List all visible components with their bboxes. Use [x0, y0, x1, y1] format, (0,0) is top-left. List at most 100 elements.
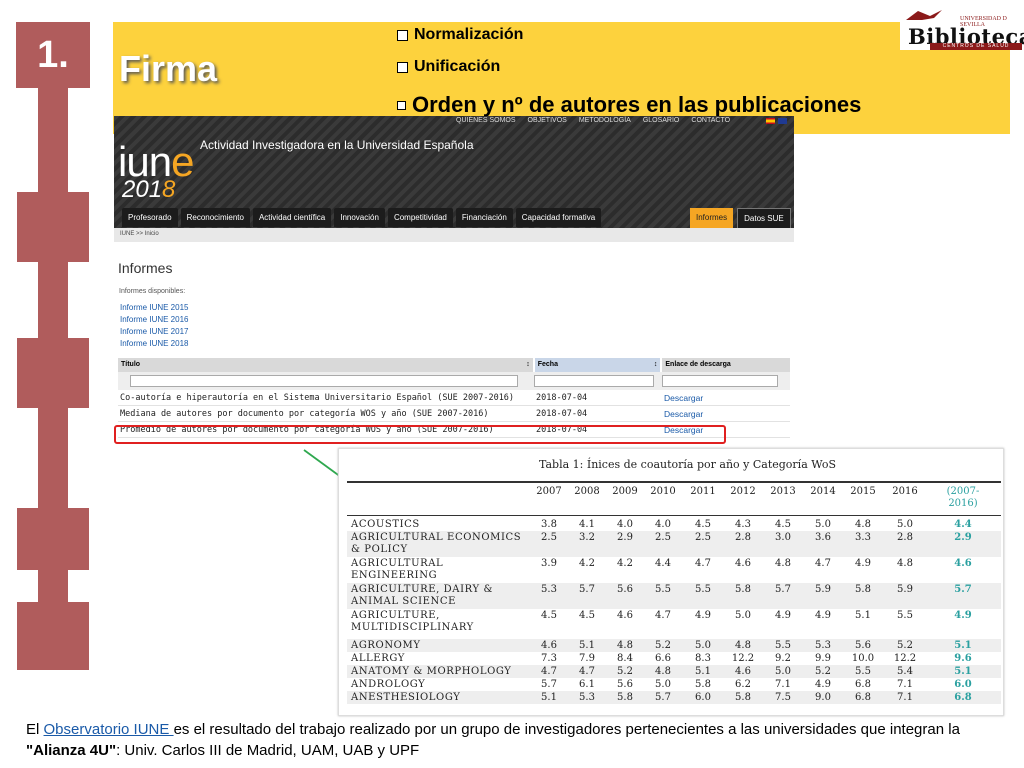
download-link[interactable]: Descargar	[664, 393, 790, 403]
table-row: ACOUSTICS 3.8 4.1 4.0 4.0 4.5 4.3 4.5 5.0 4.8 5.0 4…	[347, 518, 1001, 531]
download-link[interactable]: Descargar	[664, 409, 790, 419]
report-link[interactable]: Informe IUNE 2017	[120, 327, 188, 336]
year-value: 5.8	[695, 679, 711, 690]
year-value: 4.6	[617, 610, 633, 621]
category-name: ACOUSTICS	[351, 519, 420, 531]
footer-mid: es el resultado del trabajo realizado po…	[173, 721, 960, 738]
column-header-date[interactable]: Fecha ↕	[534, 358, 661, 372]
report-link[interactable]: Informe IUNE 2015	[120, 303, 188, 312]
nav-tab[interactable]: Actividad científica	[252, 208, 332, 227]
category-line: ANIMAL SCIENCE	[351, 596, 457, 607]
flag-uk-icon[interactable]	[778, 118, 787, 124]
year-value: 5.5	[775, 640, 791, 651]
bullet-text: Orden y nº de autores en las publicacion…	[412, 92, 862, 117]
column-header-year: 2015	[850, 486, 876, 497]
top-nav-item[interactable]: METODOLOGÍA	[579, 117, 631, 124]
table-row: AGRONOMY 4.6 5.1 4.8 5.2 5.0 4.8 5.5 5.3 5.6 5.2 5.…	[347, 639, 1001, 652]
top-nav-item[interactable]: GLOSARIO	[643, 117, 680, 124]
nav-tab[interactable]: Financiación	[455, 208, 513, 227]
year-value: 5.1	[855, 610, 871, 621]
column-header-download[interactable]: Enlace de descarga	[662, 358, 790, 372]
nav-tab[interactable]: Profesorado	[122, 208, 178, 227]
iune-year: 2018	[122, 176, 175, 204]
top-nav-item[interactable]: QUIÉNES SOMOS	[456, 117, 516, 124]
observatorio-link[interactable]: Observatorio IUNE	[44, 721, 174, 738]
year-value: 6.0	[695, 692, 711, 703]
logo-emblem-icon	[906, 10, 942, 20]
highlight-box	[114, 425, 726, 444]
year-value: 4.0	[655, 519, 671, 530]
category-line: ACOUSTICS	[351, 519, 420, 530]
report-link[interactable]: Informe IUNE 2018	[120, 339, 188, 348]
report-link[interactable]: Informe IUNE 2016	[120, 315, 188, 324]
breadcrumb: IUNE >> Inicio	[114, 228, 794, 242]
language-flags	[766, 118, 787, 124]
table-row: ANESTHESIOLOGY 5.1 5.3 5.8 5.7 6.0 5.8 7.5 9.0 6.…	[347, 691, 1001, 704]
category-line: ALLERGY	[351, 653, 405, 664]
nav-tab[interactable]: Innovación	[334, 208, 385, 227]
category-name: AGRICULTURE, DAIRY & ANIMAL SCIENCE	[351, 584, 493, 608]
nav-tab[interactable]: Capacidad formativa	[515, 208, 602, 227]
year-value: 5.8	[735, 692, 751, 703]
column-header-year: 2008	[574, 486, 600, 497]
year-value: 5.0	[735, 610, 751, 621]
download-filter-input[interactable]	[662, 375, 778, 387]
table-row: AGRICULTURE, MULTIDISCIPLINARY 4.5 4.5 4.6 4.…	[347, 609, 1001, 635]
iune-website: QUIÉNES SOMOS OBJETIVOS METODOLOGÍA GLOS…	[114, 116, 794, 444]
bullet-text: Normalización	[414, 26, 524, 43]
year-value: 8.4	[617, 653, 633, 664]
year-value: 8.3	[695, 653, 711, 664]
top-nav-item[interactable]: OBJETIVOS	[528, 117, 567, 124]
tab-datos-sue[interactable]: Datos SUE	[737, 208, 791, 229]
column-header-period: (2007- 2016)	[937, 486, 989, 510]
bullet-text: Unificación	[414, 58, 501, 75]
category-line: AGRICULTURE,	[351, 610, 440, 621]
year-value: 5.8	[735, 584, 751, 595]
year-value: 5.0	[815, 519, 831, 530]
year-value: 4.4	[655, 558, 671, 569]
year-value: 6.1	[579, 679, 595, 690]
flag-es-icon[interactable]	[766, 118, 775, 124]
column-header-year: 2010	[650, 486, 676, 497]
slide-title: Firma	[119, 48, 218, 89]
period-value: 4.4	[954, 519, 972, 530]
year-value: 5.5	[897, 610, 913, 621]
header-label: Fecha	[537, 361, 558, 368]
period-line: 2016)	[948, 498, 978, 509]
biblioteca-logo: UNIVERSIDAD D SEVILLA Biblioteca CENTROS…	[900, 2, 1024, 50]
timeline-block	[17, 338, 89, 408]
date-filter-input[interactable]	[534, 375, 654, 387]
year-value: 3.0	[775, 532, 791, 543]
column-header-title[interactable]: Título ↕	[118, 358, 533, 372]
page-heading: Informes	[118, 260, 173, 276]
top-nav-item[interactable]: CONTACTO	[691, 117, 730, 124]
year-value: 4.2	[579, 558, 595, 569]
year-value: 6.8	[855, 692, 871, 703]
year-value: 4.5	[775, 519, 791, 530]
timeline-block	[17, 192, 89, 262]
year-value: 9.0	[815, 692, 831, 703]
year-value: 7.1	[775, 679, 791, 690]
nav-tab[interactable]: Competitividad	[387, 208, 453, 227]
title-filter-input[interactable]	[130, 375, 518, 387]
year-value: 4.9	[855, 558, 871, 569]
nav-tab[interactable]: Reconocimiento	[180, 208, 250, 227]
year-value: 3.8	[541, 519, 557, 530]
tab-informes[interactable]: Informes	[690, 208, 734, 229]
table-row: AGRICULTURE, DAIRY & ANIMAL SCIENCE 5.3 5.7…	[347, 583, 1001, 609]
timeline-block	[17, 508, 89, 570]
year-value: 4.7	[579, 666, 595, 677]
category-line: ANATOMY & MORPHOLOGY	[351, 666, 512, 677]
year-value: 4.8	[655, 666, 671, 677]
year-value: 4.3	[735, 519, 751, 530]
period-value: 5.1	[954, 666, 972, 677]
category-name: AGRONOMY	[351, 640, 421, 652]
year-value: 5.7	[655, 692, 671, 703]
year-value: 5.3	[815, 640, 831, 651]
year-value: 4.7	[695, 558, 711, 569]
year-tail: 8	[162, 176, 176, 203]
year-value: 4.5	[695, 519, 711, 530]
year-value: 4.8	[735, 640, 751, 651]
year-value: 5.8	[855, 584, 871, 595]
year-value: 2.9	[617, 532, 633, 543]
